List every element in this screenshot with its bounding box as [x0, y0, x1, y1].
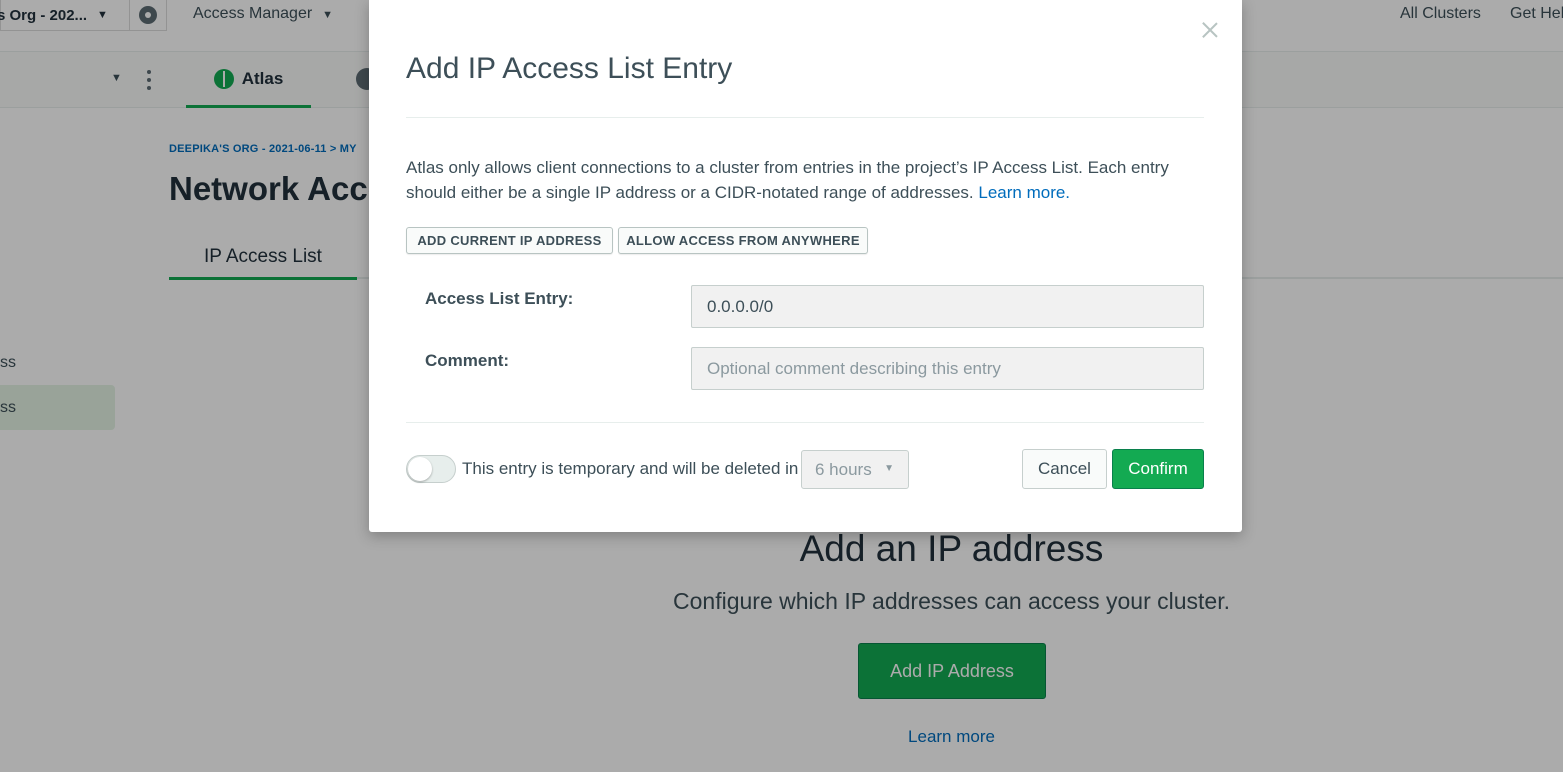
modal-title: Add IP Access List Entry	[406, 52, 733, 85]
allow-access-anywhere-button[interactable]: ALLOW ACCESS FROM ANYWHERE	[618, 227, 868, 254]
chevron-down-icon: ▼	[884, 463, 894, 474]
modal-divider	[406, 422, 1204, 423]
comment-input[interactable]: Optional comment describing this entry	[691, 347, 1204, 390]
confirm-button[interactable]: Confirm	[1112, 449, 1204, 489]
comment-label: Comment:	[425, 351, 510, 370]
add-current-ip-button[interactable]: ADD CURRENT IP ADDRESS	[406, 227, 613, 254]
modal-divider	[406, 117, 1204, 118]
access-list-entry-label: Access List Entry:	[425, 289, 574, 308]
toggle-knob	[408, 457, 432, 481]
access-list-entry-input[interactable]: 0.0.0.0/0	[691, 285, 1204, 328]
close-icon[interactable]	[1198, 18, 1222, 42]
temporary-entry-label: This entry is temporary and will be dele…	[462, 459, 799, 478]
modal-description: Atlas only allows client connections to …	[406, 155, 1206, 205]
duration-select[interactable]: 6 hours ▼	[801, 450, 909, 489]
cancel-button[interactable]: Cancel	[1022, 449, 1107, 489]
temporary-entry-toggle[interactable]	[406, 455, 456, 483]
duration-value: 6 hours	[815, 459, 872, 479]
add-ip-access-list-entry-modal: Add IP Access List Entry Atlas only allo…	[369, 0, 1242, 532]
learn-more-link[interactable]: Learn more.	[978, 183, 1070, 202]
